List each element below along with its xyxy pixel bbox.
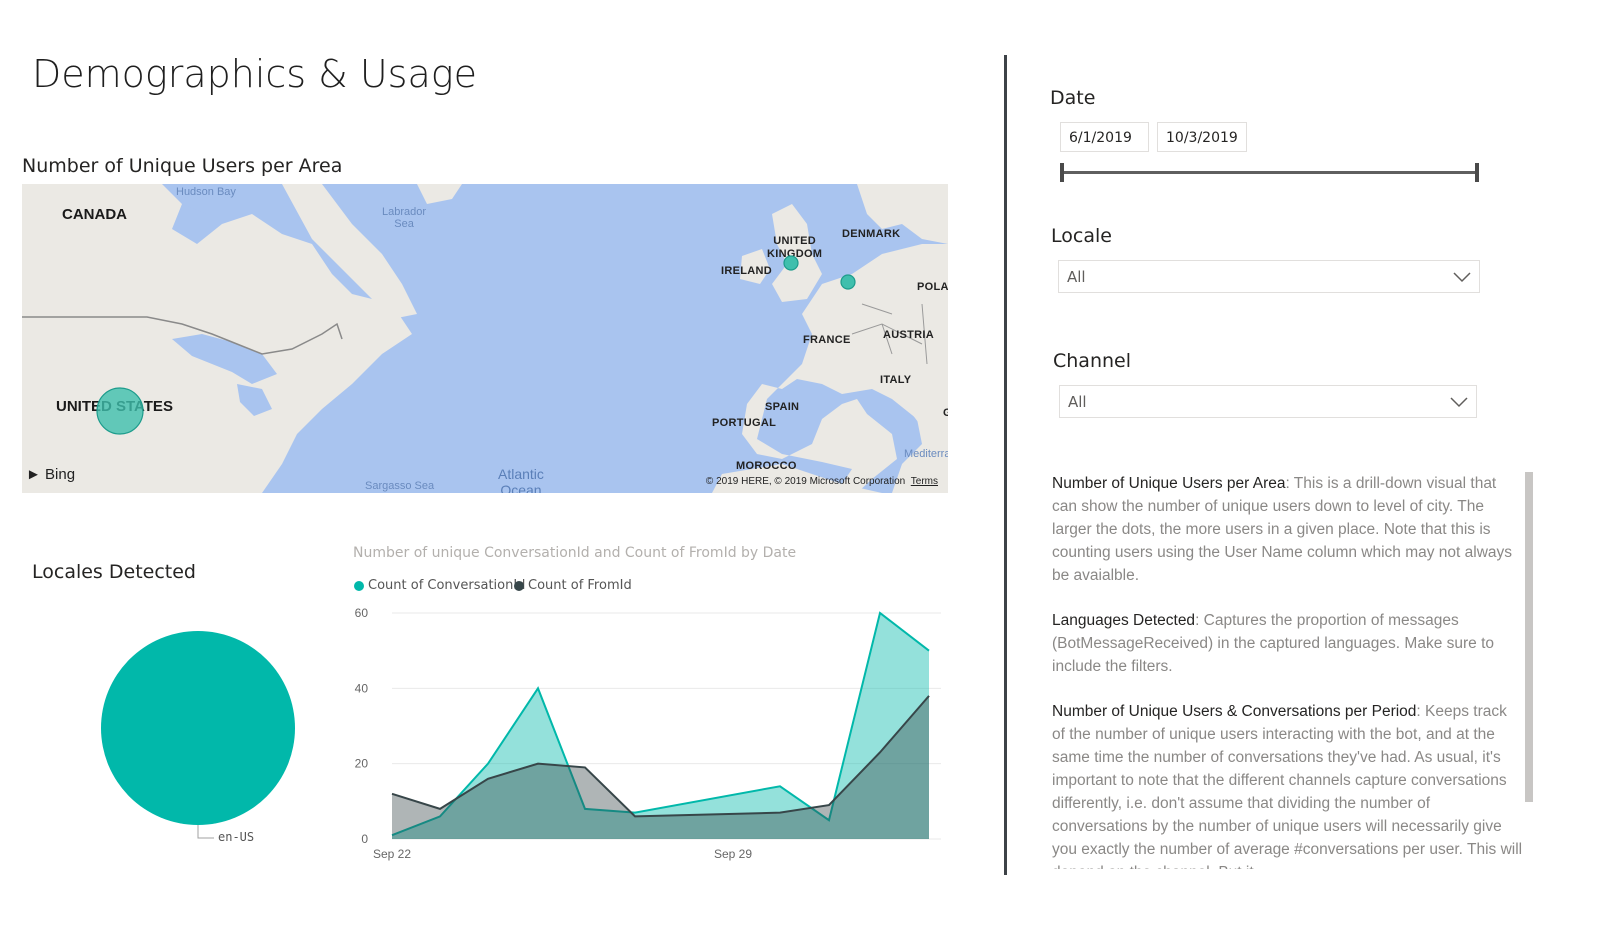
pie-slice-en-us[interactable]: [101, 631, 295, 825]
map-title: Number of Unique Users per Area: [22, 155, 343, 177]
pie-label-en-us: en-US: [218, 830, 255, 844]
map-bubble-netherlands[interactable]: [840, 274, 856, 290]
locales-pie-chart[interactable]: [90, 620, 310, 840]
date-start-input[interactable]: 6/1/2019: [1060, 122, 1149, 152]
date-slider-start-handle[interactable]: [1060, 163, 1064, 182]
locale-dropdown[interactable]: All: [1058, 260, 1480, 293]
description-paragraph: Number of Unique Users per Area: This is…: [1052, 475, 1513, 584]
channel-dropdown[interactable]: All: [1059, 385, 1477, 418]
legend-dot-icon: [354, 580, 364, 591]
legend-dot-icon: [514, 580, 524, 591]
date-slider-end-handle[interactable]: [1475, 163, 1479, 182]
line-chart-title: Number of unique ConversationId and Coun…: [353, 545, 797, 561]
date-slicer-title: Date: [1050, 87, 1096, 109]
map-bubbles: [96, 255, 856, 435]
page-title: Demographics & Usage: [32, 52, 477, 96]
bing-logo: ► Bing: [26, 466, 76, 483]
map-attribution: © 2019 HERE, © 2019 Microsoft Corporatio…: [705, 476, 938, 487]
pie-leader-line: [197, 825, 214, 839]
description-textbox[interactable]: Number of Unique Users per Area: This is…: [1052, 472, 1524, 869]
y-tick-label: 60: [355, 606, 369, 620]
locale-slicer-title: Locale: [1051, 225, 1112, 247]
map-terms-link[interactable]: Terms: [911, 476, 938, 487]
date-end-input[interactable]: 10/3/2019: [1157, 122, 1247, 152]
legend-item-conversationid[interactable]: Count of ConversationId: [354, 578, 525, 593]
map-bubble-united-kingdom[interactable]: [783, 255, 799, 271]
legend-item-fromid[interactable]: Count of FromId: [514, 578, 632, 593]
description-paragraph: Languages Detected: Captures the proport…: [1052, 612, 1494, 675]
map-bubble-united-states[interactable]: [96, 387, 144, 435]
y-tick-label: 40: [355, 681, 369, 695]
line-area-chart[interactable]: 0 20 40 60 Sep 22 Sep 29: [340, 600, 950, 870]
x-tick-label: Sep 29: [714, 847, 752, 861]
bing-logo-icon: ►: [26, 466, 41, 483]
chevron-down-icon: [1453, 272, 1471, 283]
y-tick-label: 0: [361, 832, 368, 846]
x-tick-label: Sep 22: [373, 847, 411, 861]
description-paragraph: Number of Unique Users & Conversations p…: [1052, 703, 1523, 869]
date-slider-track[interactable]: [1062, 171, 1478, 174]
y-tick-label: 20: [355, 757, 369, 771]
panel-divider: [1004, 55, 1007, 875]
map-visual[interactable]: CANADA UNITED STATES Hudson Bay Labrador…: [22, 184, 948, 493]
description-scrollbar[interactable]: [1525, 472, 1533, 802]
chevron-down-icon: [1450, 397, 1468, 408]
locale-dropdown-value: All: [1067, 268, 1086, 286]
channel-slicer-title: Channel: [1053, 350, 1132, 372]
locales-title: Locales Detected: [32, 561, 196, 583]
channel-dropdown-value: All: [1068, 393, 1087, 411]
